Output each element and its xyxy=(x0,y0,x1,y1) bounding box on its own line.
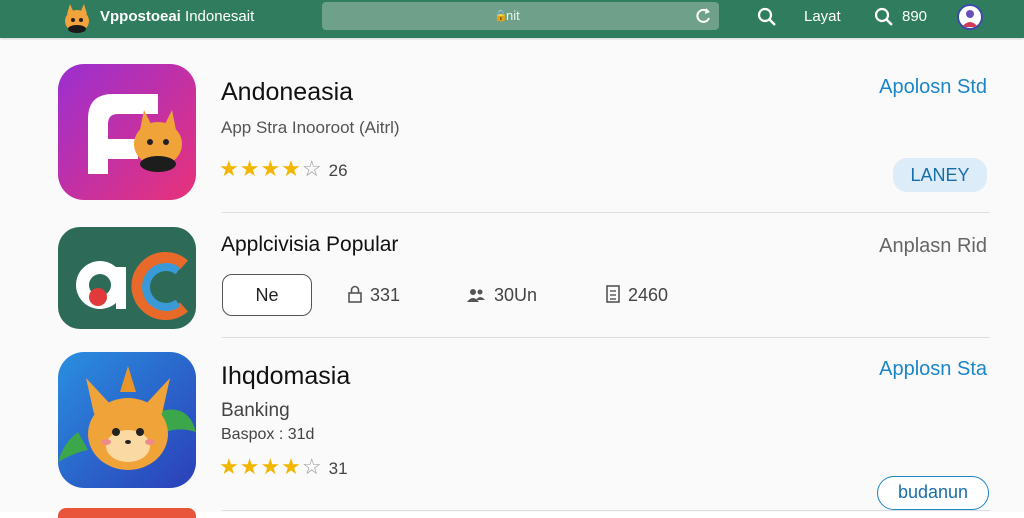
counter-text: 890 xyxy=(902,8,928,25)
app-icon-ihqdomasia[interactable] xyxy=(58,352,196,488)
store-name-bold: Vppostoeai xyxy=(100,8,181,25)
list-item[interactable]: Applcivisia Popular Ne 331 30Un 2460 Anp… xyxy=(0,213,1024,337)
list-item[interactable]: Ihqdomasia Banking Baspox : 31d ★★★★☆ 31 … xyxy=(0,338,1024,512)
app-title[interactable]: Applcivisia Popular xyxy=(221,233,398,257)
users-icon xyxy=(467,289,485,302)
app-icon-popular[interactable] xyxy=(58,227,196,329)
app-subtitle: App Stra Inooroot (Aitrl) xyxy=(221,118,400,137)
star-icon: ★★★★ xyxy=(219,454,302,479)
avatar[interactable] xyxy=(957,4,983,30)
metric-users: 30Un xyxy=(466,285,537,306)
search-icon[interactable] xyxy=(873,6,895,28)
divider xyxy=(222,510,990,511)
metric-documents: 2460 xyxy=(606,285,668,306)
app-icon-next[interactable] xyxy=(58,508,196,518)
metric-value: 2460 xyxy=(628,285,669,305)
app-icon-andoneasia[interactable] xyxy=(58,64,196,200)
reload-icon[interactable] xyxy=(693,6,713,26)
vendor-link[interactable]: Apolosn Std xyxy=(879,76,987,99)
rating-stars: ★★★★☆ 31 xyxy=(219,454,348,480)
star-empty-icon: ☆ xyxy=(301,156,323,181)
rating-count: 31 xyxy=(328,459,348,478)
top-bar: Vppostoeai Indonesait 🔒 nit Layat 890 xyxy=(0,0,1024,38)
store-name-rest: Indonesait xyxy=(185,8,255,25)
app-title[interactable]: Ihqdomasia xyxy=(221,362,350,391)
store-logo-icon[interactable] xyxy=(60,2,94,34)
star-empty-icon: ☆ xyxy=(301,454,323,479)
metric-value: 331 xyxy=(370,285,401,305)
vendor-link[interactable]: Anplasn Rid xyxy=(879,235,987,258)
search-icon[interactable] xyxy=(756,6,778,28)
lock-icon xyxy=(348,285,362,303)
get-button[interactable]: LANEY xyxy=(893,158,987,192)
address-bar[interactable]: 🔒 nit xyxy=(322,2,719,30)
store-name: Vppostoeai Indonesait xyxy=(100,8,254,25)
action-button[interactable]: budanun xyxy=(877,476,989,510)
address-text[interactable]: nit xyxy=(506,8,520,23)
star-icon: ★★★★ xyxy=(219,156,302,181)
vendor-link[interactable]: Applosn Sta xyxy=(879,358,987,381)
metric-downloads: 331 xyxy=(348,285,400,306)
rating-count: 26 xyxy=(328,161,348,180)
rating-stars: ★★★★☆ 26 xyxy=(219,156,348,182)
app-list: Andoneasia App Stra Inooroot (Aitrl) ★★★… xyxy=(0,40,1024,518)
document-icon xyxy=(606,285,620,303)
nav-layat-link[interactable]: Layat xyxy=(804,8,841,25)
app-extra-info: Baspox : 31d xyxy=(221,426,315,443)
app-category: Banking xyxy=(221,400,290,421)
open-button[interactable]: Ne xyxy=(222,274,312,316)
metric-value: 30Un xyxy=(494,285,538,305)
list-item[interactable]: Andoneasia App Stra Inooroot (Aitrl) ★★★… xyxy=(0,40,1024,212)
app-title[interactable]: Andoneasia xyxy=(221,78,353,107)
